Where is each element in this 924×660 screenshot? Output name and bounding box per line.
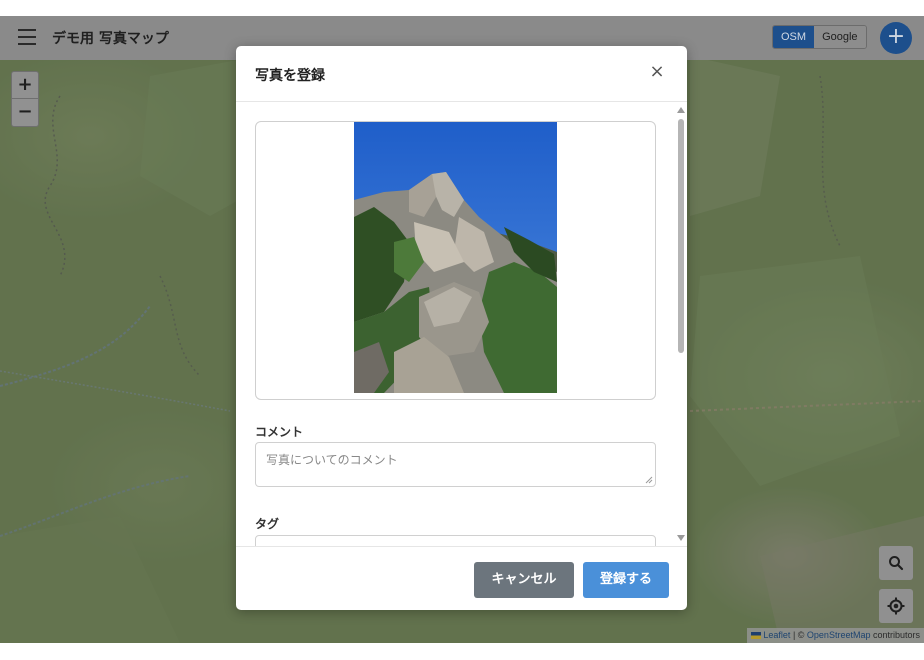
comment-textarea[interactable]: 写真についてのコメント <box>255 442 656 487</box>
osm-link[interactable]: OpenStreetMap <box>807 630 871 640</box>
tag-label: タグ <box>255 517 280 531</box>
modal-header: 写真を登録 × <box>236 46 687 102</box>
modal-body[interactable]: コメント 写真についてのコメント タグ <box>236 103 687 546</box>
modal-scrollbar[interactable] <box>675 103 687 546</box>
cancel-button[interactable]: キャンセル <box>474 562 574 598</box>
layer-google-button[interactable]: Google <box>814 26 866 48</box>
zoom-in-button[interactable]: + <box>12 72 38 99</box>
attribution-separator: | © <box>790 630 807 640</box>
modal-title: 写真を登録 <box>255 68 325 84</box>
locate-icon <box>887 597 905 615</box>
locate-button[interactable] <box>879 589 913 623</box>
flag-icon <box>750 632 761 639</box>
attribution-suffix: contributors <box>870 630 920 640</box>
mountain-photo <box>354 122 557 393</box>
scroll-down-icon[interactable] <box>677 535 685 541</box>
menu-icon[interactable] <box>18 29 36 45</box>
map-search-button[interactable] <box>879 546 913 580</box>
register-photo-modal: 写真を登録 × コメント 写真についてのコメント タグ キャンセル 登録する <box>236 46 687 610</box>
add-photo-button[interactable]: + <box>880 22 912 54</box>
comment-label: コメント <box>255 425 304 439</box>
app-title: デモ用 写真マップ <box>52 31 169 47</box>
submit-button[interactable]: 登録する <box>583 562 669 598</box>
photo-preview <box>255 121 656 400</box>
tag-input[interactable] <box>255 535 656 546</box>
close-icon[interactable]: × <box>647 62 667 82</box>
resize-grip-icon[interactable] <box>645 476 653 484</box>
leaflet-link[interactable]: Leaflet <box>763 630 790 640</box>
search-icon <box>889 556 904 571</box>
layer-toggle: OSM Google <box>772 25 867 49</box>
scroll-up-icon[interactable] <box>677 107 685 113</box>
map-attribution: Leaflet | © OpenStreetMap contributors <box>746 628 924 643</box>
zoom-control: + − <box>11 71 39 127</box>
zoom-out-button[interactable]: − <box>12 99 38 126</box>
scroll-thumb[interactable] <box>678 119 684 353</box>
layer-osm-button[interactable]: OSM <box>773 26 815 48</box>
modal-footer: キャンセル 登録する <box>236 546 687 610</box>
app: デモ用 写真マップ OSM Google + + − Leaflet | © O… <box>0 16 924 643</box>
comment-placeholder: 写真についてのコメント <box>266 453 398 467</box>
